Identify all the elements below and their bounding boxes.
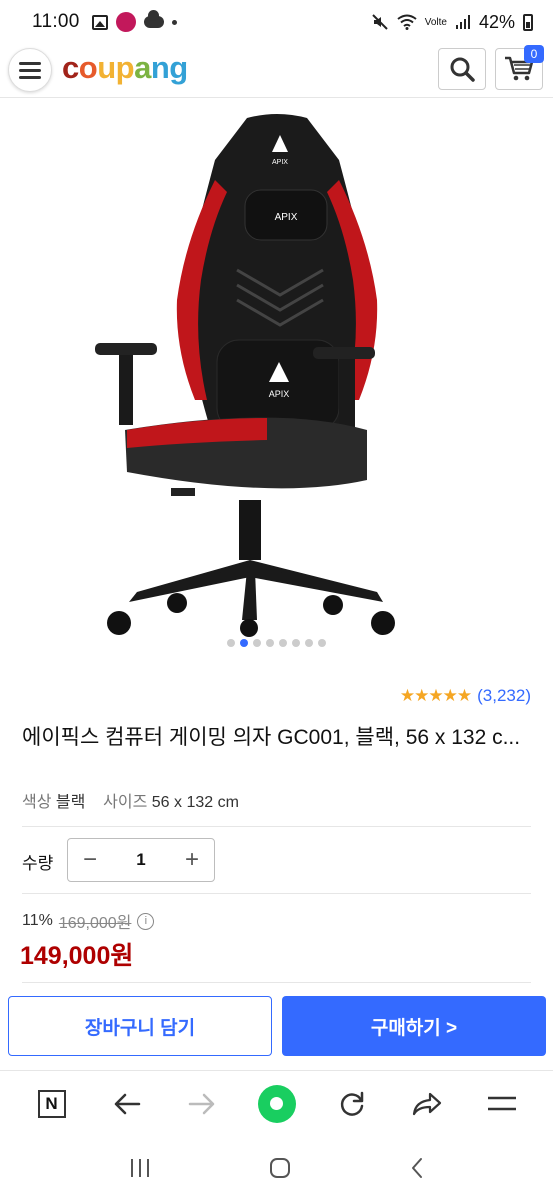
- rating-row[interactable]: ★★★★★ (3,232): [400, 686, 531, 706]
- pagination-dot[interactable]: [227, 639, 235, 647]
- app-notification-icon: [115, 12, 136, 32]
- wifi-icon: [397, 14, 417, 30]
- buy-now-button[interactable]: 구매하기 >: [282, 996, 546, 1056]
- search-button[interactable]: [438, 48, 486, 90]
- coupang-logo[interactable]: coupang: [62, 50, 188, 86]
- green-dot-button[interactable]: [253, 1080, 301, 1128]
- pagination-dot[interactable]: [318, 639, 326, 647]
- gallery-notification-icon: [91, 14, 108, 30]
- green-dot-icon: [257, 1084, 296, 1123]
- pagination-dot[interactable]: [292, 639, 300, 647]
- svg-text:APIX: APIX: [274, 212, 297, 223]
- size-label: 사이즈: [103, 794, 148, 811]
- cloud-icon: [143, 10, 164, 28]
- menu-button[interactable]: [8, 48, 52, 92]
- naver-n-icon: N: [37, 1089, 66, 1118]
- add-to-cart-button[interactable]: 장바구니 담기: [8, 996, 272, 1056]
- size-value: 56 x 132 cm: [151, 794, 239, 811]
- info-icon[interactable]: i: [137, 912, 155, 930]
- battery-percent: 42%: [478, 11, 515, 32]
- divider: [22, 826, 531, 827]
- share-button[interactable]: [403, 1080, 451, 1128]
- pagination-dot[interactable]: [253, 639, 261, 647]
- back-button[interactable]: [103, 1080, 151, 1128]
- recent-apps-icon[interactable]: [128, 1157, 152, 1179]
- product-image[interactable]: APIX APIX APIX: [0, 100, 553, 660]
- battery-icon: [523, 13, 533, 31]
- product-title: 에이픽스 컴퓨터 게이밍 의자 GC001, 블랙, 56 x 132 c...: [22, 726, 521, 749]
- original-price: 169,000원: [58, 915, 132, 932]
- share-icon: [412, 1092, 441, 1115]
- pagination-dot[interactable]: [266, 639, 274, 647]
- cart-count-badge: 0: [524, 45, 544, 63]
- quantity-decrease-button[interactable]: −: [78, 846, 102, 874]
- color-label: 색상: [22, 794, 52, 811]
- naver-home-button[interactable]: N: [28, 1080, 76, 1128]
- menu-lines-icon: [487, 1096, 516, 1110]
- back-icon[interactable]: [409, 1156, 425, 1180]
- more-notifications-icon: [171, 19, 177, 25]
- hamburger-icon: [19, 61, 41, 65]
- svg-text:APIX: APIX: [268, 389, 289, 399]
- browser-menu-button[interactable]: [478, 1080, 526, 1128]
- search-icon: [450, 57, 475, 82]
- divider: [22, 893, 531, 894]
- status-time: 11:00: [32, 11, 80, 32]
- quantity-stepper[interactable]: − 1 +: [67, 838, 215, 882]
- arrow-left-icon: [114, 1093, 140, 1114]
- discount-row: 11% 169,000원 i: [22, 909, 155, 933]
- app-header: coupang 0: [0, 44, 553, 98]
- pagination-dot[interactable]: [305, 639, 313, 647]
- quantity-value[interactable]: 1: [136, 850, 145, 870]
- cart-button[interactable]: 0: [495, 45, 544, 90]
- sale-price: 149,000원: [20, 942, 134, 970]
- reload-button[interactable]: [328, 1080, 376, 1128]
- quantity-label: 수량: [22, 854, 54, 873]
- mute-icon: [372, 14, 388, 30]
- discount-rate: 11%: [22, 912, 53, 929]
- home-icon[interactable]: [268, 1156, 292, 1180]
- star-rating: ★★★★★: [399, 686, 472, 705]
- arrow-right-icon: [188, 1093, 214, 1114]
- pagination-dot-active[interactable]: [240, 639, 248, 647]
- browser-toolbar: N: [0, 1070, 553, 1136]
- system-navigation: [0, 1136, 553, 1200]
- signal-icon: [455, 15, 470, 29]
- pagination-dot[interactable]: [279, 639, 287, 647]
- reload-icon: [340, 1091, 363, 1116]
- product-options: 색상 블랙 사이즈 56 x 132 cm: [22, 788, 239, 812]
- gaming-chair-image: APIX APIX APIX: [94, 114, 395, 637]
- color-value: 블랙: [55, 794, 86, 811]
- review-count[interactable]: (3,232): [477, 686, 531, 706]
- forward-button[interactable]: [178, 1080, 226, 1128]
- svg-text:APIX: APIX: [272, 159, 288, 166]
- image-pagination[interactable]: [0, 639, 553, 647]
- quantity-increase-button[interactable]: +: [180, 846, 204, 874]
- status-bar: 11:00 Volte 42%: [0, 0, 553, 44]
- network-type: Volte: [424, 16, 447, 28]
- divider: [22, 982, 531, 983]
